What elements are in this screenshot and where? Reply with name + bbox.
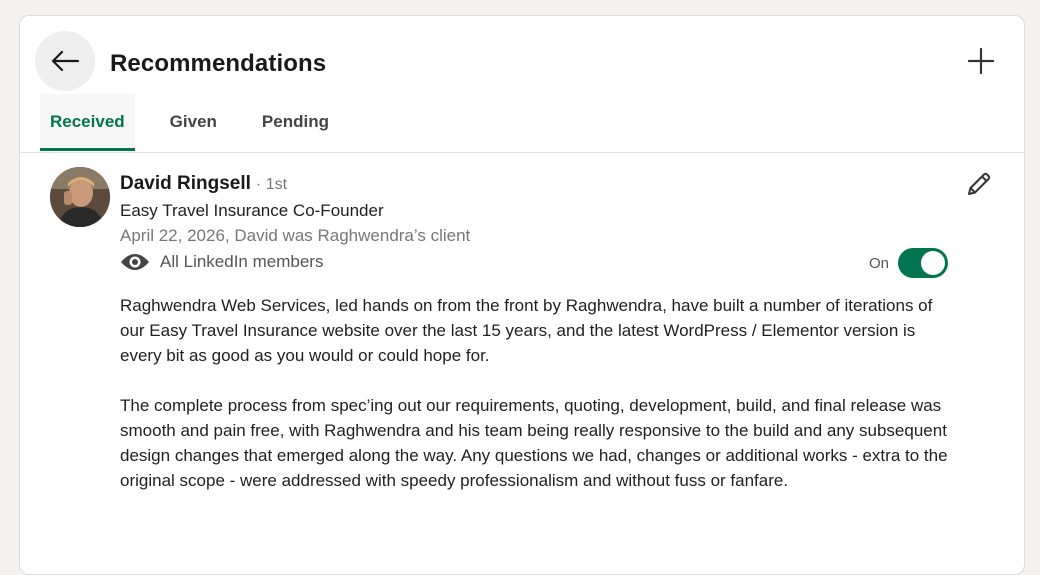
avatar[interactable] bbox=[50, 167, 110, 227]
recommendation-meta: April 22, 2026, David was Raghwendra’s c… bbox=[120, 226, 471, 245]
recommendations-card: Recommendations Received Given Pending D… bbox=[19, 15, 1025, 575]
tab-given[interactable]: Given bbox=[160, 94, 227, 150]
tab-pending[interactable]: Pending bbox=[252, 94, 339, 150]
tab-bar: Received Given Pending bbox=[40, 94, 364, 152]
visibility-setting: All LinkedIn members bbox=[120, 250, 323, 274]
edit-button[interactable] bbox=[962, 167, 996, 201]
toggle-label: On bbox=[868, 254, 889, 272]
recommender-headline: Easy Travel Insurance Co-Founder bbox=[120, 201, 384, 220]
plus-icon bbox=[968, 48, 994, 74]
add-recommendation-button[interactable] bbox=[964, 44, 998, 78]
recommendation-paragraph: Raghwendra Web Services, led hands on fr… bbox=[120, 296, 933, 365]
visibility-label: All LinkedIn members bbox=[160, 252, 324, 271]
toggle-knob bbox=[921, 251, 945, 275]
recommendations-header: Recommendations Received Given Pending bbox=[20, 16, 1024, 153]
tab-received[interactable]: Received bbox=[40, 94, 135, 151]
arrow-left-icon bbox=[51, 50, 80, 72]
recommender-name-line: David Ringsell · 1st bbox=[120, 173, 287, 195]
show-on-profile-toggle-wrap: On bbox=[869, 248, 948, 278]
back-button[interactable] bbox=[35, 31, 95, 91]
pencil-icon bbox=[968, 172, 991, 195]
recommender-name[interactable]: David Ringsell bbox=[120, 173, 251, 195]
recommendation-paragraph: The complete process from spec’ing out o… bbox=[120, 396, 948, 490]
connection-degree: · 1st bbox=[255, 176, 288, 193]
show-on-profile-toggle[interactable] bbox=[898, 248, 948, 278]
eye-icon bbox=[120, 250, 150, 274]
recommendation-text: Raghwendra Web Services, led hands on fr… bbox=[120, 293, 950, 518]
avatar-image bbox=[50, 167, 110, 227]
page-title: Recommendations bbox=[110, 50, 327, 77]
